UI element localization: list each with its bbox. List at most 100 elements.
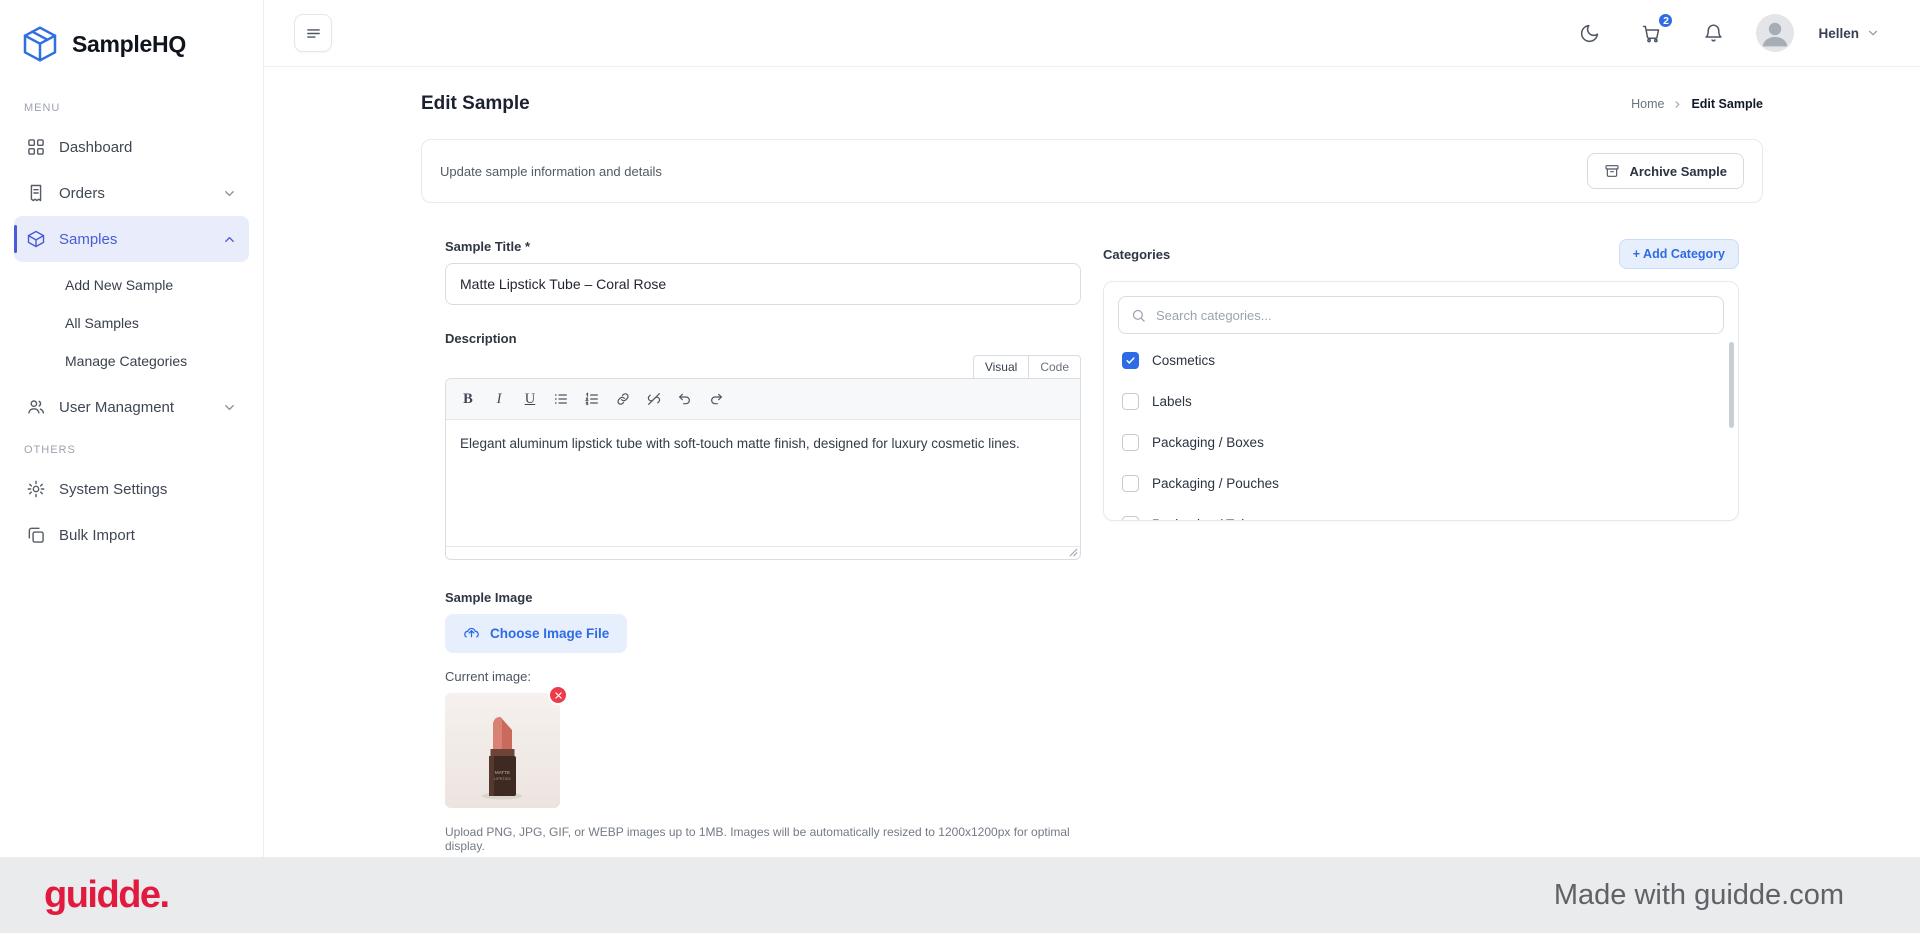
- link-icon: [615, 391, 631, 407]
- bullet-list-icon: [553, 391, 569, 407]
- form-right-column: Categories + Add Category Cosmetics Label…: [1103, 239, 1739, 857]
- moon-icon: [1579, 23, 1600, 44]
- editor-resize-handle[interactable]: [1069, 548, 1078, 557]
- chevron-down-icon: [222, 400, 237, 415]
- unlink-icon: [646, 391, 662, 407]
- category-row[interactable]: Packaging / Pouches: [1118, 463, 1724, 504]
- lipstick-image: MATTE LIPSTICK: [445, 693, 560, 808]
- sidebar-item-label: Samples: [59, 231, 117, 248]
- edit-sample-form: Sample Title * Description Visual Code B: [421, 239, 1763, 857]
- app-shell: SampleHQ MENU Dashboard Orders: [0, 0, 1920, 857]
- sidebar-item-label: Dashboard: [59, 139, 132, 156]
- description-block: Description Visual Code B I U: [445, 331, 1081, 560]
- sidebar-item-add-new-sample[interactable]: Add New Sample: [61, 266, 249, 304]
- search-icon: [1131, 308, 1146, 323]
- categories-panel: Cosmetics Labels Packaging / Boxes Packagin…: [1103, 281, 1739, 521]
- gear-icon: [26, 479, 46, 499]
- app-name: SampleHQ: [72, 31, 186, 58]
- bullet-list-button[interactable]: [547, 385, 575, 413]
- category-label: Packaging / Pouches: [1152, 476, 1279, 491]
- sidebar-item-manage-categories[interactable]: Manage Categories: [61, 342, 249, 380]
- breadcrumb-current: Edit Sample: [1691, 97, 1763, 111]
- editor-tab-code[interactable]: Code: [1029, 355, 1081, 379]
- breadcrumb: Home Edit Sample: [1631, 97, 1763, 111]
- close-icon: [554, 691, 563, 700]
- editor-tab-visual[interactable]: Visual: [973, 355, 1029, 379]
- unlink-button[interactable]: [640, 385, 668, 413]
- sidebar-item-bulk-import[interactable]: Bulk Import: [14, 512, 249, 558]
- current-image-thumbnail: MATTE LIPSTICK: [445, 693, 560, 808]
- cart-button[interactable]: 2: [1632, 14, 1670, 52]
- category-label: Cosmetics: [1152, 353, 1215, 368]
- sidebar-item-all-samples[interactable]: All Samples: [61, 304, 249, 342]
- chevron-up-icon: [222, 232, 237, 247]
- italic-button[interactable]: I: [485, 385, 513, 413]
- dark-mode-toggle[interactable]: [1570, 14, 1608, 52]
- sidebar-item-samples[interactable]: Samples: [14, 216, 249, 262]
- dashboard-icon: [26, 137, 46, 157]
- categories-scrollbar[interactable]: [1729, 342, 1734, 428]
- underline-button[interactable]: U: [516, 385, 544, 413]
- content-area: Edit Sample Home Edit Sample Update samp…: [264, 67, 1920, 857]
- cart-badge: 2: [1657, 12, 1674, 29]
- redo-button[interactable]: [702, 385, 730, 413]
- user-avatar[interactable]: [1756, 14, 1794, 52]
- category-checkbox[interactable]: [1122, 434, 1139, 451]
- category-label: Packaging / Tubes: [1152, 517, 1263, 521]
- category-row[interactable]: Packaging / Tubes: [1118, 504, 1724, 521]
- sidebar-toggle-button[interactable]: [294, 14, 332, 52]
- category-checkbox[interactable]: [1122, 393, 1139, 410]
- card-subtitle: Update sample information and details: [440, 164, 662, 179]
- sidebar-item-orders[interactable]: Orders: [14, 170, 249, 216]
- copy-stack-icon: [26, 525, 46, 545]
- sidebar-item-label: Orders: [59, 185, 105, 202]
- category-row[interactable]: Labels: [1118, 381, 1724, 422]
- samples-icon: [26, 229, 46, 249]
- user-menu[interactable]: Hellen: [1818, 26, 1880, 41]
- category-label: Labels: [1152, 394, 1192, 409]
- sidebar-item-system-settings[interactable]: System Settings: [14, 466, 249, 512]
- sidebar-item-user-managment[interactable]: User Managment: [14, 384, 249, 430]
- app-logo[interactable]: SampleHQ: [14, 18, 249, 88]
- rich-text-editor: B I U: [445, 378, 1081, 560]
- image-text-line2: LIPSTICK: [494, 777, 511, 781]
- sidebar-item-dashboard[interactable]: Dashboard: [14, 124, 249, 170]
- menu-lines-icon: [305, 25, 322, 42]
- others-section-label: OTHERS: [24, 444, 239, 456]
- users-icon: [26, 397, 46, 417]
- sample-header-card: Update sample information and details Ar…: [421, 139, 1763, 203]
- choose-image-file-button[interactable]: Choose Image File: [445, 614, 627, 653]
- remove-image-button[interactable]: [548, 685, 568, 705]
- bold-button[interactable]: B: [454, 385, 482, 413]
- add-category-button[interactable]: + Add Category: [1619, 239, 1739, 269]
- archive-sample-button[interactable]: Archive Sample: [1587, 153, 1744, 189]
- current-image-label: Current image:: [445, 669, 1081, 684]
- redo-icon: [708, 391, 724, 407]
- notifications-button[interactable]: [1694, 14, 1732, 52]
- page-title: Edit Sample: [421, 93, 530, 115]
- category-checkbox[interactable]: [1122, 516, 1139, 521]
- sidebar-item-label: Bulk Import: [59, 527, 135, 544]
- insert-link-button[interactable]: [609, 385, 637, 413]
- category-search-input[interactable]: [1156, 308, 1711, 323]
- sample-title-input[interactable]: [445, 263, 1081, 305]
- sample-image-label: Sample Image: [445, 590, 1081, 605]
- page-head: Edit Sample Home Edit Sample: [421, 93, 1763, 115]
- sidebar-nav: Dashboard Orders Samples: [14, 124, 249, 430]
- category-label: Packaging / Boxes: [1152, 435, 1264, 450]
- archive-icon: [1604, 163, 1620, 179]
- category-checkbox[interactable]: [1122, 352, 1139, 369]
- description-editor-content[interactable]: Elegant aluminum lipstick tube with soft…: [446, 420, 1080, 546]
- form-left-column: Sample Title * Description Visual Code B: [445, 239, 1081, 857]
- sample-image-block: Sample Image Choose Image File Current i…: [445, 590, 1081, 857]
- categories-label: Categories: [1103, 247, 1170, 262]
- breadcrumb-home-link[interactable]: Home: [1631, 97, 1664, 111]
- description-label: Description: [445, 331, 1081, 346]
- category-row[interactable]: Packaging / Boxes: [1118, 422, 1724, 463]
- numbered-list-button[interactable]: [578, 385, 606, 413]
- category-row[interactable]: Cosmetics: [1118, 340, 1724, 381]
- sidebar-item-label: System Settings: [59, 481, 167, 498]
- undo-button[interactable]: [671, 385, 699, 413]
- category-checkbox[interactable]: [1122, 475, 1139, 492]
- samplehq-cube-icon: [20, 24, 60, 64]
